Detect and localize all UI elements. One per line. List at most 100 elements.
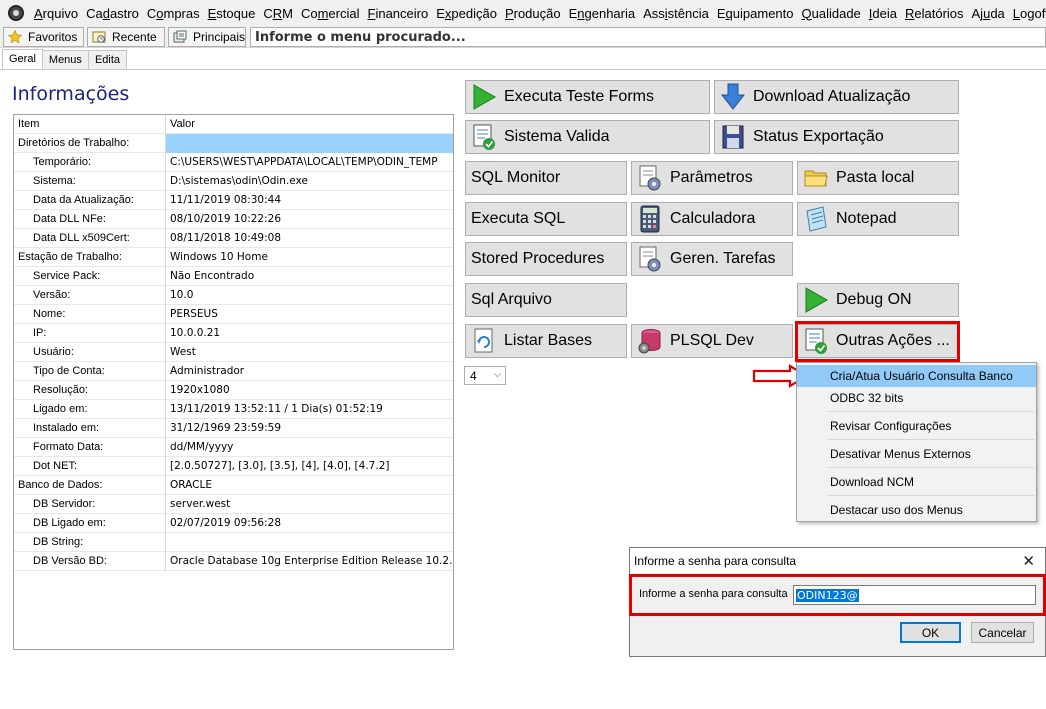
column-header-item[interactable]: Item	[14, 115, 166, 134]
parametros-button[interactable]: Parâmetros	[631, 161, 793, 195]
menu-8[interactable]: Produção	[501, 6, 565, 21]
stored-procedures-button[interactable]: Stored Procedures	[465, 242, 627, 276]
cell-valor: 08/10/2019 10:22:26	[170, 213, 282, 225]
cell-item: Data DLL x509Cert:	[14, 229, 166, 248]
app-logo-icon[interactable]	[8, 5, 24, 21]
table-row[interactable]: DB String:	[14, 533, 453, 552]
executa-teste-forms-button[interactable]: Executa Teste Forms	[465, 80, 710, 114]
table-row[interactable]: Sistema: D:\sistemas\odin\Odin.exe	[14, 172, 453, 191]
calculadora-button[interactable]: Calculadora	[631, 202, 793, 236]
table-row[interactable]: Resolução: 1920x1080	[14, 381, 453, 400]
sql-monitor-button[interactable]: SQL Monitor	[465, 161, 627, 195]
table-row[interactable]: Data DLL NFe: 08/10/2019 10:22:26	[14, 210, 453, 229]
cancel-button[interactable]: Cancelar	[971, 622, 1034, 643]
download-atualizacao-button[interactable]: Download Atualização	[714, 80, 959, 114]
menu-13[interactable]: Ideia	[865, 6, 901, 21]
table-row[interactable]: Usuário: West	[14, 343, 453, 362]
sql-arquivo-button[interactable]: Sql Arquivo	[465, 283, 627, 317]
menu-11[interactable]: Equipamento	[713, 6, 798, 21]
cell-item: Instalado em:	[14, 419, 166, 438]
listar-bases-button[interactable]: Listar Bases	[465, 324, 627, 358]
menu-item-download-ncm[interactable]: Download NCM	[797, 471, 1036, 493]
star-icon	[8, 30, 22, 44]
menu-1[interactable]: Cadastro	[82, 6, 143, 21]
table-row[interactable]: DB Ligado em: 02/07/2019 09:56:28	[14, 514, 453, 533]
table-row[interactable]: Tipo de Conta: Administrador	[14, 362, 453, 381]
menu-16[interactable]: Logoff	[1009, 6, 1046, 21]
plsql-dev-button[interactable]: PLSQL Dev	[631, 324, 793, 358]
debug-on-button[interactable]: Debug ON	[797, 283, 959, 317]
menu-item-cria-atua-usuario[interactable]: Cria/Atua Usuário Consulta Banco	[797, 365, 1036, 387]
menu-item-revisar-configuracoes[interactable]: Revisar Configurações	[797, 415, 1036, 437]
pasta-local-button[interactable]: Pasta local	[797, 161, 959, 195]
tab-menus[interactable]: Menus	[41, 50, 89, 69]
cell-item: Nome:	[14, 305, 166, 324]
menu-6[interactable]: Financeiro	[364, 6, 433, 21]
menu-2[interactable]: Compras	[143, 6, 204, 21]
menu-5[interactable]: Comercial	[297, 6, 364, 21]
grid-header: Item Valor	[14, 115, 453, 134]
menu-12[interactable]: Qualidade	[798, 6, 865, 21]
menu-15[interactable]: Ajuda	[968, 6, 1009, 21]
ok-button[interactable]: OK	[900, 622, 961, 643]
floppy-disk-icon	[722, 125, 744, 149]
principais-button[interactable]: Principais	[168, 27, 246, 47]
table-row[interactable]: Data da Atualização: 11/11/2019 08:30:44	[14, 191, 453, 210]
table-row[interactable]: Banco de Dados: ORACLE	[14, 476, 453, 495]
status-exportacao-button[interactable]: Status Exportação	[714, 120, 959, 154]
menu-item-desativar-menus-externos[interactable]: Desativar Menus Externos	[797, 443, 1036, 465]
close-icon[interactable]: ✕	[1022, 552, 1035, 570]
cell-item: Usuário:	[14, 343, 166, 362]
table-row[interactable]: Data DLL x509Cert: 08/11/2018 10:49:08	[14, 229, 453, 248]
tab-edita[interactable]: Edita	[87, 50, 128, 69]
table-row[interactable]: DB Versão BD: Oracle Database 10g Enterpr…	[14, 552, 453, 571]
menu-item-odbc-32-bits[interactable]: ODBC 32 bits	[797, 387, 1036, 409]
menu-7[interactable]: Expedição	[432, 6, 501, 21]
cell-valor: 10.0.0.21	[170, 327, 221, 339]
table-row[interactable]: Formato Data: dd/MM/yyyy	[14, 438, 453, 457]
cell-valor: PERSEUS	[170, 308, 218, 320]
sistema-valida-label: Sistema Valida	[504, 128, 610, 145]
column-header-valor[interactable]: Valor	[166, 115, 453, 134]
menu-14[interactable]: Relatórios	[901, 6, 968, 21]
geren-tarefas-button[interactable]: Geren. Tarefas	[631, 242, 793, 276]
table-row[interactable]: Service Pack: Não Encontrado	[14, 267, 453, 286]
cell-item: Temporário:	[14, 153, 166, 172]
favoritos-button[interactable]: Favoritos	[3, 27, 84, 47]
executa-sql-button[interactable]: Executa SQL	[465, 202, 627, 236]
notepad-button[interactable]: Notepad	[797, 202, 959, 236]
recente-button[interactable]: Recente	[87, 27, 165, 47]
menu-4[interactable]: CRM	[259, 6, 297, 21]
table-row[interactable]: IP: 10.0.0.21	[14, 324, 453, 343]
menu-9[interactable]: Engenharia	[565, 6, 640, 21]
table-row[interactable]: Nome: PERSEUS	[14, 305, 453, 324]
table-row[interactable]: Diretórios de Trabalho:	[14, 134, 453, 153]
cell-valor: 10.0	[170, 289, 194, 301]
password-input[interactable]: ODIN123@	[793, 585, 1036, 605]
table-row[interactable]: Dot NET: [2.0.50727], [3.0], [3.5], [4], …	[14, 457, 453, 476]
toolbar: Favoritos Recente Principais Informe o m…	[0, 26, 1046, 48]
page-select[interactable]: 4 ⌵	[464, 366, 506, 385]
cell-valor: Oracle Database 10g Enterprise Edition R…	[170, 555, 453, 567]
menu-item-destacar-uso-menus[interactable]: Destacar uso dos Menus	[797, 499, 1036, 521]
menu-0[interactable]: Arquivo	[30, 6, 82, 21]
password-value: ODIN123@	[796, 589, 859, 602]
cell-item: Ligado em:	[14, 400, 166, 419]
cell-valor: ORACLE	[170, 479, 212, 491]
table-row[interactable]: DB Servidor: server.west	[14, 495, 453, 514]
table-row[interactable]: Instalado em: 31/12/1969 23:59:59	[14, 419, 453, 438]
table-row[interactable]: Temporário: C:\USERS\WEST\APPDATA\LOCAL\T…	[14, 153, 453, 172]
cell-valor: [2.0.50727], [3.0], [3.5], [4], [4.0], […	[170, 460, 390, 472]
outras-acoes-button[interactable]: Outras Ações ...	[797, 324, 959, 358]
table-row[interactable]: Versão: 10.0	[14, 286, 453, 305]
cell-item: DB Ligado em:	[14, 514, 166, 533]
menu-3[interactable]: Estoque	[204, 6, 260, 21]
tab-geral[interactable]: Geral	[2, 49, 43, 69]
info-grid[interactable]: Item Valor Diretórios de Trabalho: Tempor…	[13, 114, 454, 650]
table-row[interactable]: Estação de Trabalho: Windows 10 Home	[14, 248, 453, 267]
menu-10[interactable]: Assistência	[639, 6, 713, 21]
menu-search-input[interactable]: Informe o menu procurado...	[250, 27, 1046, 47]
table-row[interactable]: Ligado em: 13/11/2019 13:52:11 / 1 Dia(s)…	[14, 400, 453, 419]
cell-item: DB Versão BD:	[14, 552, 166, 571]
sistema-valida-button[interactable]: Sistema Valida	[465, 120, 710, 154]
